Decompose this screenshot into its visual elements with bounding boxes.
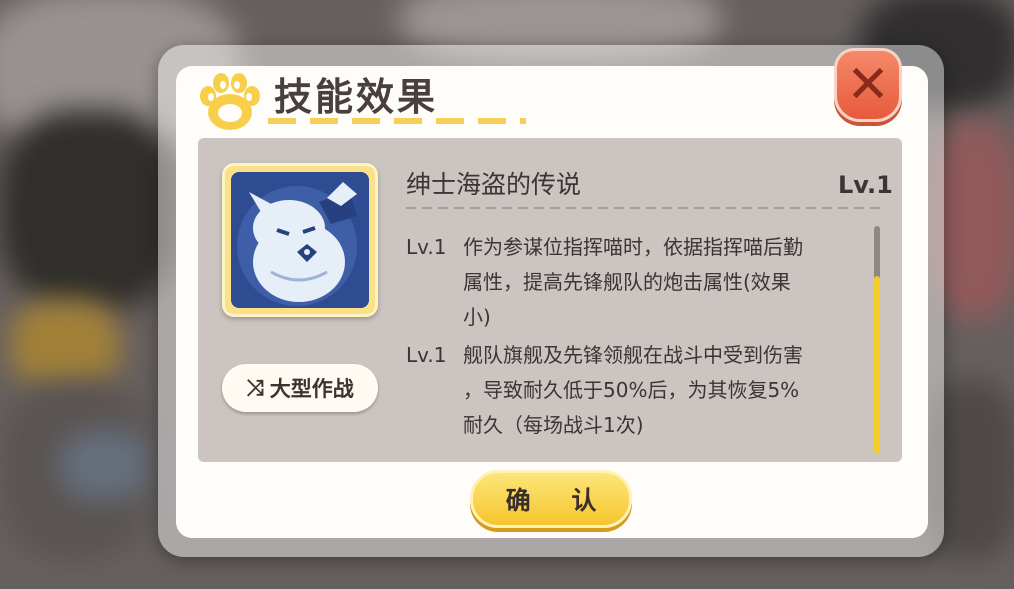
battle-type-label: 大型作战 bbox=[269, 377, 354, 401]
effect-level: Lv.1 bbox=[406, 235, 447, 259]
skill-description-scroll[interactable]: Lv.1 作为参谋位指挥喵时，依据指挥喵后勤 属性，提高先锋舰队的炮击属性(效果… bbox=[406, 212, 876, 444]
skill-level: Lv.1 bbox=[838, 171, 893, 199]
effect-line: 属性，提高先锋舰队的炮击属性(效果 bbox=[463, 270, 791, 294]
effect-level: Lv.1 bbox=[406, 343, 447, 367]
effect-text: 作为参谋位指挥喵时，依据指挥喵后勤 属性，提高先锋舰队的炮击属性(效果 小) bbox=[463, 230, 863, 335]
dialog-title: 技能效果 bbox=[274, 75, 439, 119]
paw-icon bbox=[200, 73, 260, 130]
close-icon: ✕ bbox=[846, 55, 890, 115]
close-button[interactable]: ✕ bbox=[834, 48, 902, 122]
skill-name: 绅士海盗的传说 bbox=[406, 170, 582, 199]
battle-type-tag: ⤨ 大型作战 bbox=[222, 364, 378, 412]
effect-text: 舰队旗舰及先锋领舰在战斗中受到伤害 ，导致耐久低于50%后，为其恢复5% 耐久（… bbox=[463, 338, 863, 443]
skill-name-divider bbox=[406, 207, 886, 209]
effect-line: 小) bbox=[463, 305, 491, 329]
effect-line: 作为参谋位指挥喵时，依据指挥喵后勤 bbox=[463, 235, 803, 259]
effect-line: 舰队旗舰及先锋领舰在战斗中受到伤害 bbox=[463, 343, 803, 367]
confirm-button[interactable]: 确 认 bbox=[470, 470, 632, 528]
title-underline bbox=[268, 118, 526, 124]
shuffle-icon: ⤨ bbox=[246, 375, 264, 401]
scrollbar-thumb[interactable] bbox=[874, 276, 880, 454]
skill-icon-frame bbox=[222, 163, 378, 317]
effect-line: ，导致耐久低于50%后，为其恢复5% bbox=[463, 378, 800, 402]
effect-line: 耐久（每场战斗1次) bbox=[463, 413, 644, 437]
pirate-cat-skill-icon bbox=[231, 172, 369, 308]
